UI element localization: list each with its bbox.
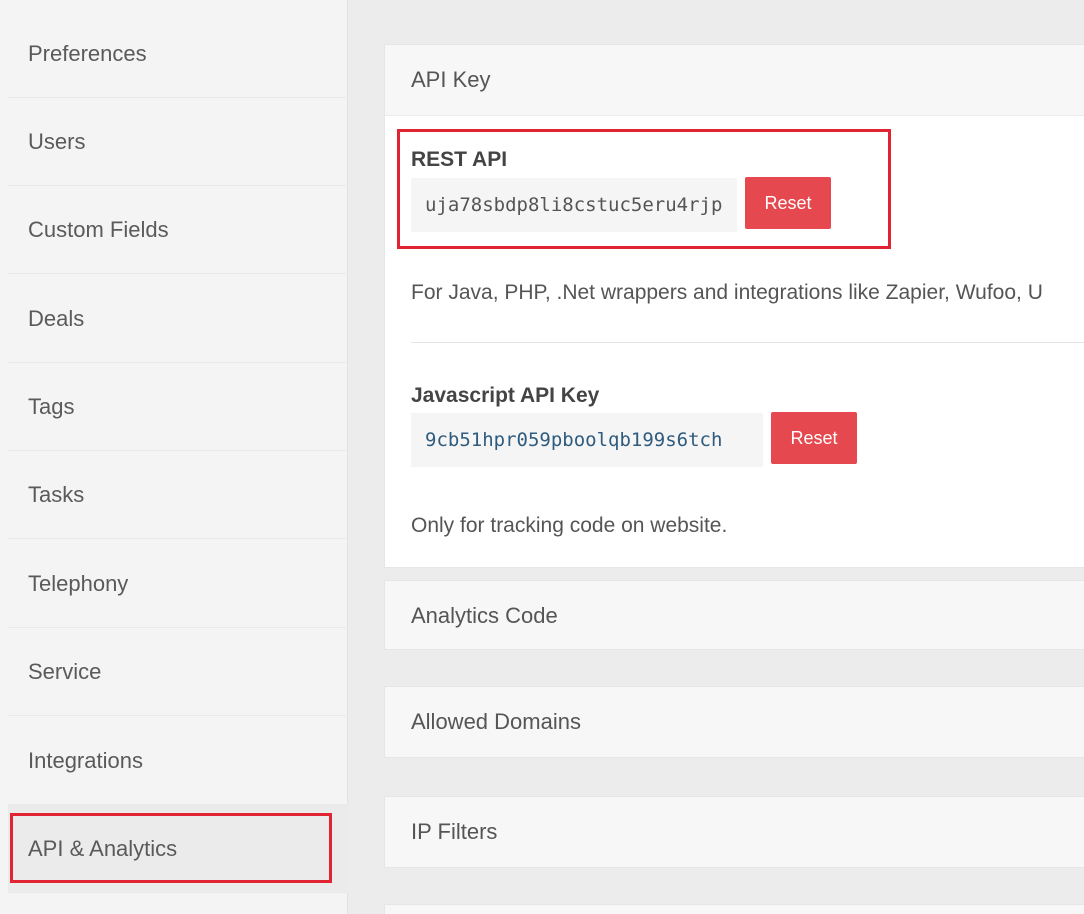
rest-api-help-text: For Java, PHP, .Net wrappers and integra… — [411, 281, 1043, 304]
panel-header-allowed-domains[interactable]: Allowed Domains — [385, 687, 1084, 757]
sidebar-item-custom-fields[interactable]: Custom Fields — [8, 186, 348, 274]
panel-title: IP Filters — [411, 819, 498, 844]
rest-api-reset-button[interactable]: Reset — [745, 177, 831, 229]
javascript-api-help-text: Only for tracking code on website. — [411, 514, 728, 537]
sidebar-item-deals[interactable]: Deals — [8, 275, 348, 363]
sidebar-item-label: Custom Fields — [28, 216, 169, 242]
sidebar-item-integrations[interactable]: Integrations — [8, 717, 348, 805]
analytics-code-panel[interactable]: Analytics Code — [384, 580, 1084, 650]
sidebar-item-preferences[interactable]: Preferences — [8, 10, 348, 98]
rest-api-title: REST API — [411, 148, 508, 171]
javascript-api-reset-button[interactable]: Reset — [771, 412, 857, 464]
panel-header-api-key[interactable]: API Key — [385, 45, 1084, 115]
sidebar-item-label: Integrations — [28, 747, 143, 773]
settings-sidebar: Preferences Users Custom Fields Deals Ta… — [0, 0, 348, 914]
sidebar-item-telephony[interactable]: Telephony — [8, 540, 348, 628]
sidebar-item-users[interactable]: Users — [8, 98, 348, 186]
panel-title: Allowed Domains — [411, 709, 581, 734]
sidebar-item-label: API & Analytics — [28, 835, 178, 861]
sidebar-item-tasks[interactable]: Tasks — [8, 451, 348, 539]
main-content: API Key REST API uja78sbdp8li8cstuc5eru4… — [348, 0, 1084, 914]
sidebar-item-label: Users — [28, 128, 86, 154]
settings-page: Preferences Users Custom Fields Deals Ta… — [0, 0, 1084, 914]
section-divider — [411, 342, 1084, 343]
next-panel — [384, 904, 1084, 914]
rest-api-key-field[interactable]: uja78sbdp8li8cstuc5eru4rjp — [411, 178, 737, 232]
javascript-api-key-field[interactable]: 9cb51hpr059pboolqb199s6tch — [411, 413, 763, 467]
panel-header-ip-filters[interactable]: IP Filters — [385, 797, 1084, 867]
allowed-domains-panel[interactable]: Allowed Domains — [384, 686, 1084, 758]
api-key-panel-body: REST API uja78sbdp8li8cstuc5eru4rjp Rese… — [385, 115, 1084, 567]
sidebar-item-label: Deals — [28, 305, 85, 331]
panel-title: API Key — [411, 67, 491, 92]
panel-header-analytics-code[interactable]: Analytics Code — [385, 581, 1084, 651]
panel-title: Analytics Code — [411, 603, 558, 628]
sidebar-item-tags[interactable]: Tags — [8, 363, 348, 451]
sidebar-item-label: Service — [28, 658, 102, 684]
sidebar-item-label: Telephony — [28, 570, 129, 596]
sidebar-item-label: Tasks — [28, 481, 85, 507]
api-key-panel: API Key REST API uja78sbdp8li8cstuc5eru4… — [384, 44, 1084, 568]
sidebar-item-service[interactable]: Service — [8, 628, 348, 716]
javascript-api-key-title: Javascript API Key — [411, 384, 600, 407]
ip-filters-panel[interactable]: IP Filters — [384, 796, 1084, 868]
sidebar-item-api-analytics[interactable]: API & Analytics — [8, 805, 348, 893]
sidebar-item-label: Preferences — [28, 40, 147, 66]
sidebar-item-label: Tags — [28, 393, 75, 419]
